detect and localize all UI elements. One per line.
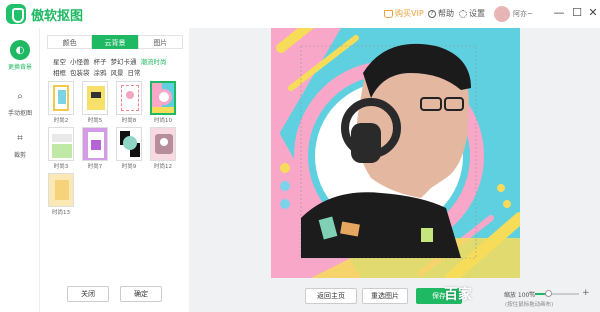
- app-logo-icon: [6, 4, 26, 24]
- background-tabs: 颜色 云背景 图片: [47, 35, 183, 49]
- thumbnail-label: 时尚12: [154, 164, 172, 170]
- magnifier-icon: ⌕: [17, 90, 23, 102]
- category-item-active[interactable]: 潮流时尚: [141, 58, 167, 66]
- thumbnail-item-selected[interactable]: 时尚10: [149, 81, 177, 124]
- left-nav: ◐ 更换背景 ⌕ 手动抠图 ⌗ 裁剪: [0, 28, 40, 312]
- thumbnail-label: 时尚8: [121, 118, 137, 124]
- nav-item-manual-cutout[interactable]: ⌕ 手动抠图: [0, 86, 40, 118]
- canvas-area[interactable]: [189, 28, 600, 312]
- buy-vip-label: 购买VIP: [395, 9, 424, 18]
- category-list: 星空 小怪兽 杯子 梦幻卡通 潮流时尚 相框 包装袋 涂鸦 风景 日常: [53, 57, 185, 79]
- nav-label: 手动抠图: [7, 110, 32, 117]
- thumbnail-image: [116, 127, 142, 161]
- thumbnail-label: 时尚5: [87, 118, 103, 124]
- settings-label: 设置: [469, 9, 485, 18]
- settings-button[interactable]: 设置: [459, 8, 485, 19]
- help-icon: ?: [428, 9, 436, 18]
- nav-label: 更换背景: [7, 64, 32, 71]
- help-label: 帮助: [438, 9, 454, 18]
- tab-image[interactable]: 图片: [137, 35, 183, 49]
- thumbnail-item[interactable]: 时尚5: [81, 81, 109, 124]
- zoom-in-button[interactable]: +: [582, 288, 590, 298]
- help-button[interactable]: ? 帮助: [428, 8, 454, 19]
- zoom-slider[interactable]: [535, 290, 579, 297]
- thumbnail-image: [150, 127, 176, 161]
- thumbnail-item[interactable]: 时尚13: [47, 173, 75, 216]
- nav-item-crop[interactable]: ⌗ 裁剪: [0, 128, 40, 160]
- thumbnail-item[interactable]: 时尚8: [115, 81, 143, 124]
- category-item[interactable]: 小怪兽: [70, 58, 90, 66]
- thumbnail-image: [48, 127, 74, 161]
- close-window-button[interactable]: ✕: [586, 6, 600, 19]
- category-item[interactable]: 相框: [53, 69, 66, 77]
- tab-color[interactable]: 颜色: [47, 35, 93, 49]
- tab-cloud-background[interactable]: 云背景: [92, 35, 138, 49]
- palette-icon: ◐: [10, 40, 30, 60]
- gear-icon: [459, 9, 467, 18]
- background-artwork: [271, 28, 520, 278]
- thumbnail-label: 时尚7: [87, 164, 103, 170]
- thumbnail-image: [48, 81, 74, 115]
- thumbnail-image: [116, 81, 142, 115]
- thumbnail-item[interactable]: 时尚2: [47, 81, 75, 124]
- cart-icon: [384, 9, 393, 18]
- minimize-button[interactable]: —: [552, 6, 566, 19]
- watermark-text: 百家: [444, 287, 472, 303]
- back-home-button[interactable]: 返回主页: [305, 288, 357, 304]
- thumbnail-label: 时尚2: [53, 118, 69, 124]
- buy-vip-button[interactable]: 购买VIP: [384, 8, 424, 19]
- thumbnail-image: [82, 81, 108, 115]
- crop-icon: ⌗: [17, 132, 23, 144]
- thumbnail-label: 时尚3: [53, 164, 69, 170]
- thumbnail-item[interactable]: 时尚12: [149, 127, 177, 170]
- category-item[interactable]: 涂鸦: [94, 69, 107, 77]
- thumbnail-image: [150, 81, 176, 115]
- nav-item-change-background[interactable]: ◐ 更换背景: [0, 40, 40, 71]
- nav-label: 裁剪: [13, 152, 26, 159]
- category-item[interactable]: 梦幻卡通: [111, 58, 137, 66]
- thumbnail-label: 时尚13: [52, 210, 70, 216]
- maximize-button[interactable]: ☐: [570, 6, 584, 19]
- thumbnail-item[interactable]: 时尚3: [47, 127, 75, 170]
- close-button[interactable]: 关闭: [67, 286, 109, 302]
- thumbnail-label: 时尚9: [121, 164, 137, 170]
- thumbnail-item[interactable]: 时尚7: [81, 127, 109, 170]
- thumbnail-item[interactable]: 时尚9: [115, 127, 143, 170]
- app-title: 傲软抠图: [31, 9, 84, 24]
- category-item[interactable]: 包装袋: [70, 69, 90, 77]
- thumbnail-image: [82, 127, 108, 161]
- thumbnail-label: 时尚10: [154, 118, 172, 124]
- category-item[interactable]: 日常: [128, 69, 141, 77]
- category-item[interactable]: 风景: [111, 69, 124, 77]
- avatar[interactable]: [494, 6, 510, 22]
- artboard[interactable]: [271, 28, 520, 278]
- thumbnail-image: [48, 173, 74, 207]
- confirm-button[interactable]: 确定: [120, 286, 162, 302]
- reselect-image-button[interactable]: 重选图片: [362, 288, 408, 304]
- title-bar: 傲软抠图 购买VIP ? 帮助 设置 阿亦~ — ☐ ✕: [0, 0, 600, 28]
- username[interactable]: 阿亦~: [513, 9, 533, 19]
- category-item[interactable]: 星空: [53, 58, 66, 66]
- background-panel: 颜色 云背景 图片 星空 小怪兽 杯子 梦幻卡通 潮流时尚 相框 包装袋 涂鸦 风景 日常 时尚…: [41, 28, 188, 312]
- zoom-hint: (按住鼠标拖动画布): [505, 302, 554, 308]
- category-item[interactable]: 杯子: [94, 58, 107, 66]
